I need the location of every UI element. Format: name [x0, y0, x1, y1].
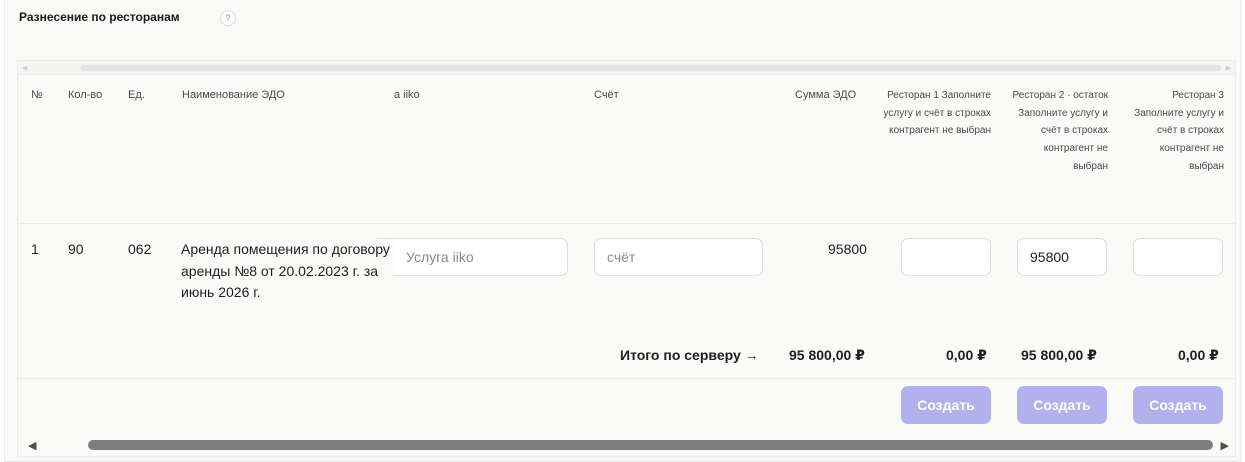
- bottom-scrollbar[interactable]: ◀ ▶: [18, 434, 1235, 456]
- scroll-right-icon[interactable]: ▶: [1221, 439, 1229, 452]
- question-icon[interactable]: ?: [220, 10, 236, 26]
- totals-label: Итого по серверу →: [620, 347, 759, 363]
- row-qty: 90: [68, 241, 84, 257]
- restaurant-3-input[interactable]: [1133, 238, 1223, 276]
- create-restaurant-2-button[interactable]: Создать: [1017, 386, 1107, 424]
- scroll-left-icon[interactable]: ◀: [22, 64, 27, 72]
- create-restaurant-3-button[interactable]: Создать: [1133, 386, 1223, 424]
- totals-sum: 95 800,00 ₽: [789, 347, 865, 363]
- totals-restaurant-3: 0,00 ₽: [1178, 347, 1219, 363]
- header-qty: Кол-во: [68, 89, 103, 101]
- header-restaurant-1: Ресторан 1 Заполните услугу и счёт в стр…: [883, 90, 991, 137]
- restaurant-allocation-panel: Разнесение по ресторанам ? ◀ ▶ № Кол-во …: [4, 0, 1241, 462]
- service-iiko-input[interactable]: Услуга iiko: [371, 238, 568, 276]
- row-sum: 95800: [828, 241, 867, 257]
- row-name: Аренда помещения по договору аренды №8 о…: [181, 239, 393, 304]
- create-restaurant-1-button[interactable]: Создать: [901, 386, 991, 424]
- header-restaurant-2: Ресторан 2 · остаток Заполните услугу и …: [1012, 90, 1108, 172]
- header-sum: Сумма ЭДО: [795, 89, 857, 101]
- restaurant-1-input[interactable]: [901, 238, 991, 276]
- allocation-table: ◀ ▶ № Кол-во Ед. Наименование ЭДО а iiko…: [17, 60, 1236, 457]
- header-account: Счёт: [594, 89, 619, 101]
- header-service: а iiko: [394, 89, 420, 101]
- scroll-left-icon[interactable]: ◀: [28, 439, 36, 452]
- section-title: Разнесение по ресторанам: [19, 10, 180, 24]
- header-restaurant-3: Ресторан 3 Заполните услугу и счёт в стр…: [1134, 90, 1224, 172]
- top-scrollbar-thumb[interactable]: [80, 65, 1221, 71]
- header-divider: [18, 223, 1235, 224]
- totals-restaurant-1: 0,00 ₽: [946, 347, 987, 363]
- row-unit: 062: [128, 241, 152, 257]
- header-name: Наименование ЭДО: [182, 89, 285, 101]
- top-scrollbar[interactable]: ◀ ▶: [18, 61, 1235, 75]
- totals-restaurant-2: 95 800,00 ₽: [1021, 347, 1097, 363]
- totals-divider: [18, 378, 1235, 379]
- row-num: 1: [31, 241, 39, 257]
- account-input[interactable]: счёт: [594, 238, 763, 276]
- scroll-right-icon[interactable]: ▶: [1226, 64, 1231, 72]
- header-unit: Ед.: [128, 89, 145, 101]
- bottom-scrollbar-thumb[interactable]: [88, 440, 1213, 450]
- restaurant-2-input[interactable]: 95800: [1017, 238, 1107, 276]
- header-num: №: [31, 89, 43, 101]
